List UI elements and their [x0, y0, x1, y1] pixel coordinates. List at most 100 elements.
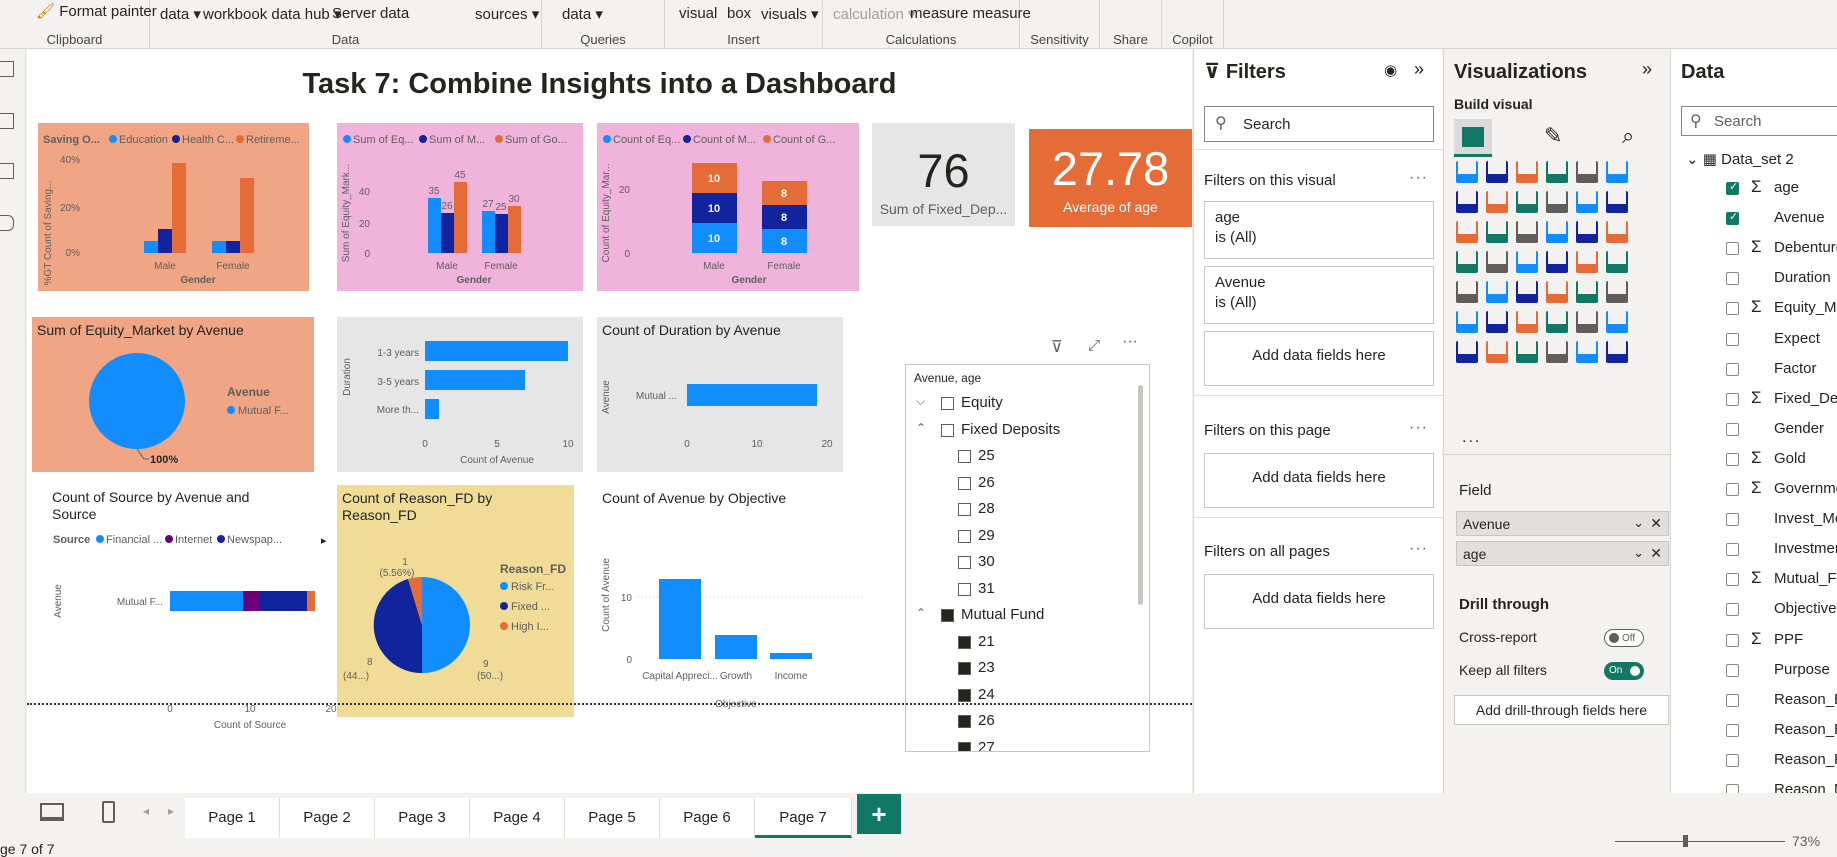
saving-objective-chart[interactable]: Saving O... Education Health C... Retire… — [38, 123, 309, 291]
visual-type-icon[interactable] — [1606, 311, 1628, 333]
sql-server-button[interactable]: Server — [332, 5, 376, 22]
zoom-slider-thumb[interactable] — [1683, 835, 1688, 847]
visual-type-icon[interactable] — [1486, 281, 1508, 303]
slicer-checkbox[interactable] — [958, 503, 971, 516]
visual-type-icon[interactable] — [1546, 191, 1568, 213]
more-options-icon[interactable]: ··· — [1409, 540, 1428, 558]
chevron-down-icon[interactable]: ⌄ — [1633, 515, 1644, 531]
data-field-gold[interactable]: Σ Gold — [1671, 445, 1837, 475]
chevron-down-icon[interactable]: ⌄ — [1633, 545, 1644, 561]
duration-by-avenue-chart[interactable]: Count of Duration by Avenue Avenue Mutua… — [597, 317, 843, 472]
field-checkbox[interactable] — [1726, 723, 1739, 737]
field-checkbox[interactable] — [1726, 452, 1739, 466]
dax-query-view-icon[interactable] — [0, 215, 14, 231]
add-drill-through-field[interactable]: Add drill-through fields here — [1454, 695, 1669, 725]
visual-type-icon[interactable] — [1606, 191, 1628, 213]
bar[interactable] — [226, 241, 240, 253]
page-tab-2[interactable]: Page 2 — [280, 798, 375, 838]
new-measure-button[interactable]: measure measure — [910, 5, 1031, 22]
previous-page-icon[interactable]: ◂ — [143, 804, 149, 818]
table-node[interactable]: ⌄ ▦ Data_set 2 — [1686, 150, 1794, 168]
visual-type-icon[interactable] — [1456, 281, 1478, 303]
next-page-icon[interactable]: ▸ — [168, 804, 174, 818]
visual-type-icon[interactable] — [1546, 281, 1568, 303]
more-visuals-icon[interactable]: ... — [1462, 429, 1481, 447]
duration-bar-chart[interactable]: Duration 1-3 years 3-5 years More th... … — [337, 317, 583, 472]
bar-segment[interactable] — [307, 591, 315, 611]
page-tab-1[interactable]: Page 1 — [185, 798, 280, 838]
collapse-pane-icon[interactable]: » — [1414, 59, 1424, 80]
field-checkbox[interactable] — [1726, 543, 1739, 557]
slicer-checkbox[interactable] — [958, 476, 971, 490]
data-field-avenue[interactable]: ✓ Avenue — [1671, 204, 1837, 234]
sensitivity-group[interactable]: Sensitivity — [1020, 0, 1100, 49]
visual-type-icon[interactable] — [1486, 251, 1508, 273]
build-visual-tab[interactable] — [1454, 119, 1492, 157]
slicer-checkbox[interactable] — [958, 529, 971, 543]
bar[interactable] — [240, 178, 254, 253]
visual-type-icon[interactable] — [1486, 191, 1508, 213]
field-checkbox[interactable] — [1726, 242, 1739, 256]
field-checkbox[interactable]: ✓ — [1726, 181, 1739, 195]
visual-type-icon[interactable] — [1516, 341, 1538, 363]
analytics-icon[interactable]: ⌕ — [1622, 123, 1634, 149]
model-view-icon[interactable] — [0, 163, 14, 179]
visual-type-icon[interactable] — [1546, 311, 1568, 333]
field-checkbox[interactable] — [1726, 633, 1739, 647]
field-checkbox[interactable] — [1726, 272, 1739, 286]
legend-next-icon[interactable]: ▸ — [321, 535, 327, 547]
chevron-down-icon[interactable]: ⌵ — [916, 394, 925, 409]
slicer-checkbox[interactable] — [958, 556, 971, 569]
source-by-avenue-chart[interactable]: Count of Source by Avenue and Source Sou… — [43, 485, 337, 737]
data-field-factor[interactable]: Factor — [1671, 355, 1837, 385]
data-search-input[interactable]: ⚲ Search — [1681, 106, 1837, 136]
data-field-duration[interactable]: Duration — [1671, 264, 1837, 294]
data-field-fixed-deposits[interactable]: Σ Fixed_Deposits — [1671, 385, 1837, 415]
data-field-reason-fd[interactable]: Reason_FD — [1671, 746, 1837, 776]
chevron-up-icon[interactable]: ⌃ — [916, 421, 926, 435]
bar[interactable] — [158, 229, 172, 253]
slicer-item[interactable]: 26 — [906, 711, 1126, 733]
more-options-icon[interactable]: ··· — [1122, 333, 1138, 351]
add-all-pages-filter-field[interactable]: Add data fields here — [1204, 574, 1434, 629]
visual-type-icon[interactable] — [1516, 221, 1538, 243]
data-field-ppf[interactable]: Σ PPF — [1671, 626, 1837, 656]
visual-type-icon[interactable] — [1606, 281, 1628, 303]
field-checkbox[interactable] — [1726, 693, 1739, 707]
visual-type-icon[interactable] — [1456, 191, 1478, 213]
visual-type-icon[interactable] — [1456, 161, 1478, 183]
bar-segment[interactable] — [259, 591, 307, 611]
slicer-checkbox[interactable] — [941, 397, 954, 410]
desktop-layout-icon[interactable] — [40, 803, 64, 821]
slicer-item[interactable]: ⌃ Mutual Fund — [906, 605, 1126, 627]
table-view-icon[interactable] — [0, 113, 14, 129]
zoom-slider[interactable] — [1615, 841, 1785, 842]
slicer-checkbox[interactable] — [958, 715, 971, 728]
visual-type-icon[interactable] — [1546, 221, 1568, 243]
field-checkbox[interactable] — [1726, 663, 1739, 677]
slicer-item[interactable]: 26 — [906, 473, 1126, 495]
field-checkbox[interactable] — [1726, 603, 1739, 617]
data-field-equity-market[interactable]: Σ Equity_Market — [1671, 294, 1837, 324]
bar[interactable] — [659, 579, 701, 659]
cross-report-toggle[interactable]: Off — [1604, 629, 1644, 647]
slicer-item[interactable]: 25 — [906, 446, 1126, 468]
visual-type-icon[interactable] — [1606, 251, 1628, 273]
visual-type-icon[interactable] — [1576, 251, 1598, 273]
bar[interactable] — [441, 213, 454, 253]
pie-slice[interactable] — [89, 353, 185, 449]
data-field-investment-avenues[interactable]: Investment_Avenues — [1671, 535, 1837, 565]
page-tab-3[interactable]: Page 3 — [375, 798, 470, 838]
visual-type-icon[interactable] — [1576, 161, 1598, 183]
filter-card-age[interactable]: age is (All) — [1204, 201, 1434, 259]
data-field-mutual-funds[interactable]: Σ Mutual_Funds — [1671, 565, 1837, 595]
visual-type-icon[interactable] — [1456, 311, 1478, 333]
new-visual-button[interactable]: visual — [679, 5, 717, 22]
visual-type-icon[interactable] — [1456, 221, 1478, 243]
data-field-purpose[interactable]: Purpose — [1671, 656, 1837, 686]
visual-type-icon[interactable] — [1576, 281, 1598, 303]
add-visual-filter-field[interactable]: Add data fields here — [1204, 331, 1434, 386]
visual-type-icon[interactable] — [1576, 341, 1598, 363]
bar[interactable] — [495, 214, 508, 253]
field-checkbox[interactable] — [1726, 513, 1739, 527]
